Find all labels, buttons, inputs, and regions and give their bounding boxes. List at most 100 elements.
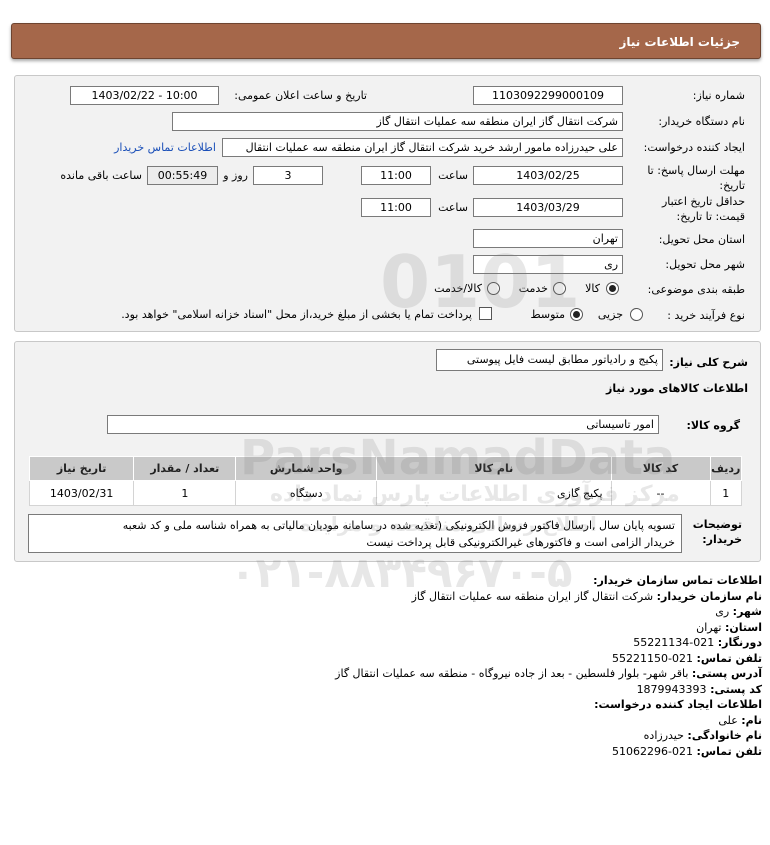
contact-buyer-name-row: نام سازمان خریدار: شرکت انتقال گاز ایران… <box>7 589 762 605</box>
cell-quantity: 1 <box>133 480 237 506</box>
announce-label: تاریخ و ساعت اعلان عمومی: <box>234 89 367 102</box>
creator-phone-label: تلفن تماس: <box>696 744 762 758</box>
contact-section: اطلاعات تماس سازمان خریدار: نام سازمان خ… <box>7 573 762 759</box>
announce-field: 1403/02/22 - 10:00 <box>70 86 219 105</box>
creator-phone-row: تلفن تماس: 021-51062296 <box>7 744 762 760</box>
category-radio-service[interactable] <box>553 282 566 295</box>
contact-fax-label: دورنگار: <box>717 636 762 649</box>
buyer-contact-link[interactable]: اطلاعات تماس خریدار <box>114 141 216 154</box>
validity-time-field: 11:00 <box>361 198 431 217</box>
buyer-notes-label-2: خریدار: <box>702 533 742 546</box>
col-code: کد کالا <box>610 456 711 481</box>
contact-buyer-name: شرکت انتقال گاز ایران منطقه سه عملیات ان… <box>411 589 654 603</box>
creator-label: ایجاد کننده درخواست: <box>643 141 745 154</box>
cell-need-date: 1403/02/31 <box>28 480 135 506</box>
validity-time-label: ساعت <box>438 201 468 214</box>
contact-phone-label: تلفن تماس: <box>696 651 762 665</box>
contact-city-label: شهر: <box>732 605 762 618</box>
col-row: ردیف <box>709 456 743 481</box>
reply-time-field: 11:00 <box>361 166 431 185</box>
category-option-goods: کالا <box>585 282 600 295</box>
creator-first-name-row: نام: علی <box>7 713 762 729</box>
col-name: نام کالا <box>376 456 612 481</box>
price-validity-label: حداقل تاریخ اعتبار <box>661 195 745 208</box>
cell-row: 1 <box>709 480 743 506</box>
contact-city-row: شهر: ری <box>7 604 762 620</box>
contact-buyer-name-label: نام سازمان خریدار: <box>656 589 762 603</box>
creator-info-title: اطلاعات ایجاد کننده درخواست: <box>594 698 762 711</box>
treasury-payment-text: پرداخت تمام یا بخشی از مبلغ خرید،از محل … <box>121 308 472 321</box>
need-number-label: شماره نیاز: <box>692 89 745 102</box>
process-option-medium: متوسط <box>530 308 565 321</box>
price-validity-label-2: قیمت: تا تاریخ: <box>676 210 745 223</box>
goods-info-title: اطلاعات کالاهای مورد نیاز <box>606 382 748 395</box>
province-label: استان محل تحویل: <box>658 233 745 246</box>
contact-phone-row: تلفن تماس: 021-55221150 <box>7 651 762 667</box>
contact-province-row: استان: تهران <box>7 620 762 636</box>
goods-group-label: گروه کالا: <box>686 419 740 432</box>
category-option-goods-service: کالا/خدمت <box>434 282 482 295</box>
buyer-notes-line-2: خریدار الزامی است و فاکتورهای غیرالکترون… <box>366 536 675 549</box>
city-field: ری <box>473 255 623 274</box>
reply-time-label: ساعت <box>438 169 468 182</box>
category-label: طبقه بندی موضوعی: <box>647 283 745 296</box>
creator-first-name: علی <box>718 713 738 727</box>
buyer-org-field: شرکت انتقال گاز ایران منطقه سه عملیات ان… <box>172 112 623 131</box>
contact-phone: 021-55221150 <box>612 651 694 665</box>
contact-fax: 021-55221134 <box>633 636 715 649</box>
days-field: 3 <box>253 166 323 185</box>
goods-table-header: ردیف کد کالا نام کالا واحد شمارش تعداد /… <box>28 456 743 481</box>
summary-field: پکیج و رادیاتور مطابق لیست فایل پیوستی <box>436 349 663 371</box>
contact-city: ری <box>715 605 730 618</box>
process-option-minor: جزیی <box>597 308 623 321</box>
contact-postal-label: کد پستی: <box>710 682 762 696</box>
contact-address: باقر شهر- بلوار فلسطین - بعد از جاده نیر… <box>335 667 689 680</box>
process-radio-medium[interactable] <box>570 308 583 321</box>
category-option-service: خدمت <box>518 282 548 295</box>
col-need-date: تاریخ نیاز <box>28 456 135 481</box>
cell-unit: دستگاه <box>235 480 378 506</box>
city-label: شهر محل تحویل: <box>665 258 745 271</box>
table-row: 1 -- پکیج گازی دستگاه 1 1403/02/31 <box>28 480 743 506</box>
contact-postal: 1879943393 <box>636 682 707 696</box>
contact-province-label: استان: <box>725 620 762 634</box>
creator-field: علی حیدرزاده مامور ارشد خرید شرکت انتقال… <box>222 138 623 157</box>
treasury-payment-checkbox[interactable] <box>479 307 492 320</box>
remaining-time-field: 00:55:49 <box>147 166 218 185</box>
category-radio-goods-service[interactable] <box>487 282 500 295</box>
creator-first-name-label: نام: <box>741 713 762 727</box>
buyer-org-label: نام دستگاه خریدار: <box>658 115 745 128</box>
creator-last-name: حیدرزاده <box>643 729 684 742</box>
buyer-notes-label: توضیحات <box>692 518 742 531</box>
days-label: روز و <box>223 169 248 182</box>
validity-date-field: 1403/03/29 <box>473 198 623 217</box>
reply-deadline-label: مهلت ارسال پاسخ: تا <box>647 164 745 177</box>
goods-group-field: امور تاسیساتی <box>107 415 659 434</box>
contact-address-label: آدرس پستی: <box>691 667 762 680</box>
creator-phone: 021-51062296 <box>612 744 694 758</box>
remaining-label: ساعت باقی مانده <box>60 169 142 182</box>
col-unit: واحد شمارش <box>235 456 378 481</box>
buyer-notes-line-1: تسویه پایان سال ,ارسال فاکتور فروش الکتر… <box>122 519 675 532</box>
reply-deadline-label-2: تاریخ: <box>719 179 745 192</box>
creator-last-name-label: نام خانوادگی: <box>687 729 762 742</box>
process-radio-minor[interactable] <box>630 308 643 321</box>
contact-fax-row: دورنگار: 021-55221134 <box>7 635 762 651</box>
col-quantity: تعداد / مقدار <box>133 456 237 481</box>
contact-address-row: آدرس پستی: باقر شهر- بلوار فلسطین - بعد … <box>7 666 762 682</box>
page-header: جزئیات اطلاعات نیاز <box>11 23 761 59</box>
goods-table: ردیف کد کالا نام کالا واحد شمارش تعداد /… <box>28 456 743 506</box>
page-title: جزئیات اطلاعات نیاز <box>619 35 740 49</box>
cell-code: -- <box>610 480 711 506</box>
contact-province: تهران <box>696 620 722 634</box>
reply-date-field: 1403/02/25 <box>473 166 623 185</box>
category-radio-goods[interactable] <box>606 282 619 295</box>
contact-postal-row: کد پستی: 1879943393 <box>7 682 762 698</box>
summary-label: شرح کلی نیاز: <box>669 356 748 369</box>
process-label: نوع فرآیند خرید : <box>667 309 745 322</box>
creator-last-name-row: نام خانوادگی: حیدرزاده <box>7 728 762 744</box>
need-number-field: 1103092299000109 <box>473 86 623 105</box>
province-field: تهران <box>473 229 623 248</box>
buyer-notes-field: تسویه پایان سال ,ارسال فاکتور فروش الکتر… <box>28 514 682 553</box>
contact-title: اطلاعات تماس سازمان خریدار: <box>593 574 762 587</box>
